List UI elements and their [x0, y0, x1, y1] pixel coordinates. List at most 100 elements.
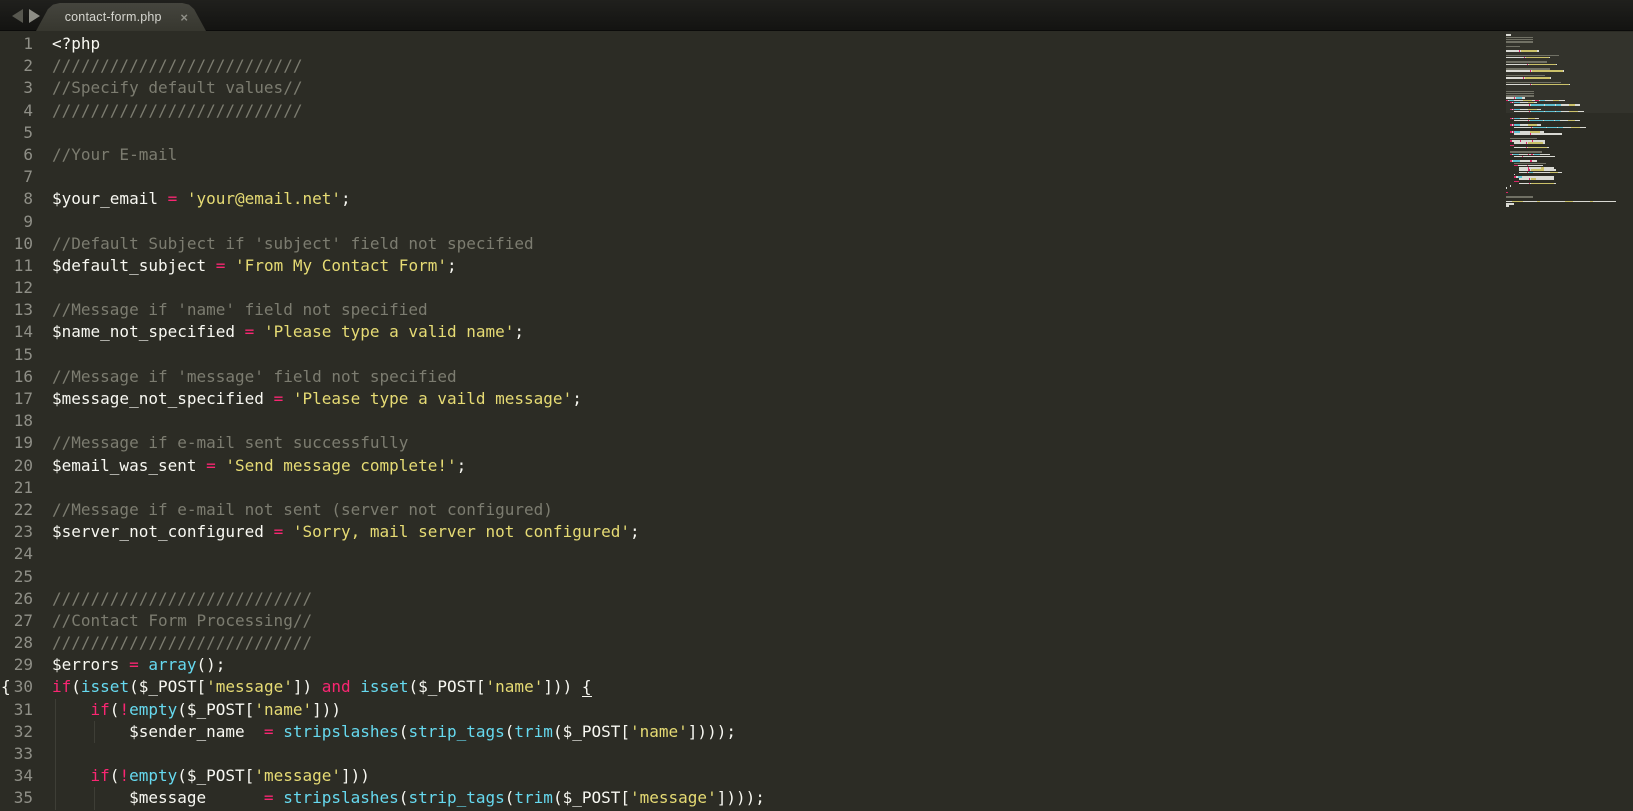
code-line[interactable]: 6//Your E-mail	[0, 144, 1633, 166]
line-number[interactable]: 24	[0, 543, 33, 565]
line-number[interactable]: 4	[0, 100, 33, 122]
code-line[interactable]: 18	[0, 410, 1633, 432]
line-number[interactable]: 22	[0, 499, 33, 521]
code-token: and	[322, 677, 351, 696]
line-number[interactable]: 17	[0, 388, 33, 410]
line-number[interactable]: 23	[0, 521, 33, 543]
line-number[interactable]: 20	[0, 455, 33, 477]
code-line-content: $default_subject = 'From My Contact Form…	[52, 255, 457, 277]
back-arrow-icon[interactable]	[12, 9, 23, 23]
line-number[interactable]: 18	[0, 410, 33, 432]
code-line[interactable]: 15	[0, 344, 1633, 366]
code-line[interactable]: 12	[0, 277, 1633, 299]
code-token	[52, 700, 91, 719]
line-number[interactable]: 15	[0, 344, 33, 366]
gutter-brace-indicator: {	[1, 676, 11, 698]
code-line[interactable]: 10 //Default Subject if 'subject' field n…	[0, 233, 1633, 255]
code-line[interactable]: 21	[0, 477, 1633, 499]
line-number[interactable]: 8	[0, 188, 33, 210]
code-token	[177, 189, 187, 208]
line-number[interactable]: 29	[0, 654, 33, 676]
code-token: //Default Subject if 'subject' field not…	[52, 234, 534, 253]
code-token: ///////////////////////////	[52, 589, 312, 608]
code-line[interactable]: 19//Message if e-mail sent successfully	[0, 432, 1633, 454]
tab-bar: contact-form.php ×	[0, 0, 1633, 31]
code-line[interactable]: 22//Message if e-mail not sent (server n…	[0, 499, 1633, 521]
code-token: if	[91, 700, 110, 719]
code-line[interactable]: 27//Contact Form Processing//	[0, 610, 1633, 632]
code-line[interactable]: 13//Message if 'name' field not specifie…	[0, 299, 1633, 321]
line-number[interactable]: 31	[0, 699, 33, 721]
code-line[interactable]: 16//Message if 'message' field not speci…	[0, 366, 1633, 388]
code-token: $message_not_specified	[52, 389, 274, 408]
code-line[interactable]: 11 $default_subject = 'From My Contact Fo…	[0, 255, 1633, 277]
code-line[interactable]: 2//////////////////////////	[0, 55, 1633, 77]
line-number[interactable]: 3	[0, 77, 33, 99]
code-line[interactable]: 32 $sender_name = stripslashes(strip_tag…	[0, 721, 1633, 743]
minimap[interactable]	[1506, 31, 1633, 811]
line-number[interactable]: 9	[0, 211, 33, 233]
line-number[interactable]: 27	[0, 610, 33, 632]
code-line[interactable]: 28 ///////////////////////////	[0, 632, 1633, 654]
code-token: //////////////////////////	[52, 101, 302, 120]
line-number[interactable]: 32	[0, 721, 33, 743]
code-line[interactable]: {30if(isset($_POST['message']) and isset…	[0, 676, 1633, 698]
line-number[interactable]: 1	[0, 33, 33, 55]
code-line-content: $name_not_specified = 'Please type a val…	[52, 321, 524, 343]
line-number[interactable]: 13	[0, 299, 33, 321]
tab-close-icon[interactable]: ×	[180, 11, 188, 24]
code-token: ///////////////////////////	[52, 633, 312, 652]
tab-contact-form-php[interactable]: contact-form.php ×	[36, 3, 206, 31]
code-line[interactable]: 9	[0, 211, 1633, 233]
code-editor-window: contact-form.php × 1<?php2//////////////…	[0, 0, 1633, 811]
code-token	[274, 788, 284, 807]
code-line[interactable]: 7	[0, 166, 1633, 188]
line-number[interactable]: 14	[0, 321, 33, 343]
line-number[interactable]: 21	[0, 477, 33, 499]
line-number[interactable]: 16	[0, 366, 33, 388]
code-line[interactable]: 25	[0, 566, 1633, 588]
line-number[interactable]: 10	[0, 233, 33, 255]
code-token: array	[148, 655, 196, 674]
line-number[interactable]: 12	[0, 277, 33, 299]
line-number[interactable]: 26	[0, 588, 33, 610]
code-line[interactable]: 4 //////////////////////////	[0, 100, 1633, 122]
code-line[interactable]: 31 if(!empty($_POST['name']))	[0, 699, 1633, 721]
code-token: 'your@email.net'	[187, 189, 341, 208]
code-line[interactable]: 26 ///////////////////////////	[0, 588, 1633, 610]
code-token: =	[274, 389, 284, 408]
indent-guide	[55, 787, 56, 809]
line-number[interactable]: 6	[0, 144, 33, 166]
line-number[interactable]: 11	[0, 255, 33, 277]
line-number[interactable]: 2	[0, 55, 33, 77]
line-number[interactable]: 34	[0, 765, 33, 787]
code-line[interactable]: 5	[0, 122, 1633, 144]
code-line[interactable]: 24	[0, 543, 1633, 565]
code-line[interactable]: 3//Specify default values//	[0, 77, 1633, 99]
code-line[interactable]: 1<?php	[0, 33, 1633, 55]
line-number[interactable]: 35	[0, 787, 33, 809]
code-line[interactable]: 17$message_not_specified = 'Please type …	[0, 388, 1633, 410]
code-line[interactable]: 23$server_not_configured = 'Sorry, mail …	[0, 521, 1633, 543]
code-line[interactable]: 29$errors = array();	[0, 654, 1633, 676]
line-number[interactable]: 5	[0, 122, 33, 144]
editor-area[interactable]: 1<?php2//////////////////////////3//Spec…	[0, 31, 1633, 811]
code-token: =	[168, 189, 178, 208]
code-area[interactable]: 1<?php2//////////////////////////3//Spec…	[0, 33, 1633, 811]
line-number[interactable]: 7	[0, 166, 33, 188]
code-line[interactable]: 20$email_was_sent = 'Send message comple…	[0, 455, 1633, 477]
code-line[interactable]: 33	[0, 743, 1633, 765]
line-number[interactable]: 33	[0, 743, 33, 765]
code-token: stripslashes	[283, 722, 399, 741]
code-line[interactable]: 35 $message = stripslashes(strip_tags(tr…	[0, 787, 1633, 809]
line-number[interactable]: 25	[0, 566, 33, 588]
code-line-content: $message = stripslashes(strip_tags(trim(…	[52, 787, 765, 809]
line-number[interactable]: 19	[0, 432, 33, 454]
code-token: isset	[81, 677, 129, 696]
code-line[interactable]: 8$your_email = 'your@email.net';	[0, 188, 1633, 210]
code-line[interactable]: 14 $name_not_specified = 'Please type a v…	[0, 321, 1633, 343]
forward-arrow-icon[interactable]	[29, 9, 40, 23]
line-number[interactable]: 28	[0, 632, 33, 654]
code-token: $server_not_configured	[52, 522, 274, 541]
code-line[interactable]: 34 if(!empty($_POST['message']))	[0, 765, 1633, 787]
